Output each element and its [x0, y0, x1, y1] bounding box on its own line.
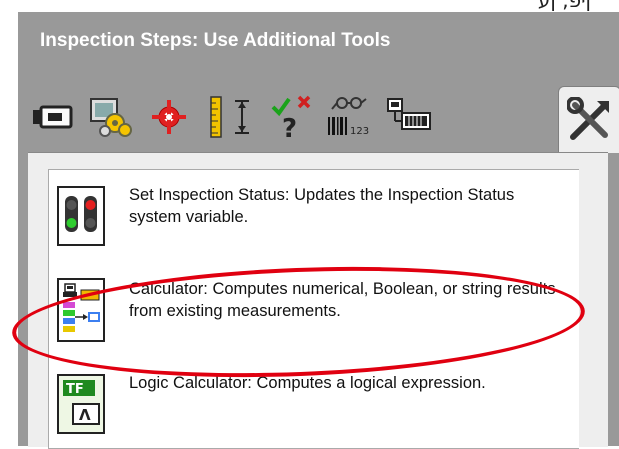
panel-title: Inspection Steps: Use Additional Tools [40, 30, 391, 51]
item-description: Calculator: Computes numerical, Boolean,… [129, 280, 556, 320]
inspection-steps-panel: Inspection Steps: Use Additional Tools ?… [18, 12, 619, 449]
camera-acquire-icon [33, 105, 73, 129]
step-category-toolbar: ? 123 [18, 82, 619, 153]
image-processing-gears-icon [90, 98, 132, 137]
item-description: Set Inspection Status: Updates the Inspe… [129, 186, 515, 226]
tab-use-additional-tools[interactable] [558, 86, 619, 153]
locate-features-crosshair-icon [152, 100, 186, 134]
cropped-text-fragment: ןיפ, ןע [537, 0, 591, 12]
list-item-calculator[interactable]: Calculator: Computes numerical, Boolean,… [49, 274, 559, 354]
svg-text:123: 123 [350, 126, 369, 137]
list-item-logic-calculator[interactable]: TF Λ Logic Calculator: Computes a logica… [49, 366, 559, 436]
list-item-set-inspection-status[interactable]: Set Inspection Status: Updates the Inspe… [49, 182, 559, 252]
item-description: Logic Calculator: Computes a logical exp… [129, 374, 486, 392]
top-crop-strip: ןיפ, ןע [0, 0, 619, 12]
tool-list: Set Inspection Status: Updates the Inspe… [48, 169, 579, 449]
svg-text:TF: TF [66, 382, 84, 397]
check-for-presence-icon: ? [271, 95, 311, 139]
use-additional-tools-icon [566, 97, 609, 140]
calculator-icon [57, 278, 105, 342]
tab-acquire-images[interactable] [28, 92, 78, 142]
tab-enhance-images[interactable] [86, 92, 136, 142]
tab-communicate[interactable] [384, 92, 434, 142]
svg-text:?: ? [282, 114, 297, 139]
communicate-io-icon [387, 98, 431, 130]
tab-identify-parts[interactable]: 123 [324, 92, 374, 142]
tab-measure-features[interactable] [206, 92, 256, 142]
svg-text:Λ: Λ [79, 406, 91, 424]
logic-calculator-icon: TF Λ [57, 374, 105, 434]
tab-check-presence[interactable]: ? [266, 92, 316, 142]
tab-locate-features[interactable] [144, 92, 194, 142]
identify-parts-barcode-icon: 123 [328, 97, 369, 137]
traffic-light-icon [57, 186, 105, 246]
measure-features-ruler-icon [210, 96, 249, 138]
tools-content-area: Set Inspection Status: Updates the Inspe… [28, 152, 608, 449]
